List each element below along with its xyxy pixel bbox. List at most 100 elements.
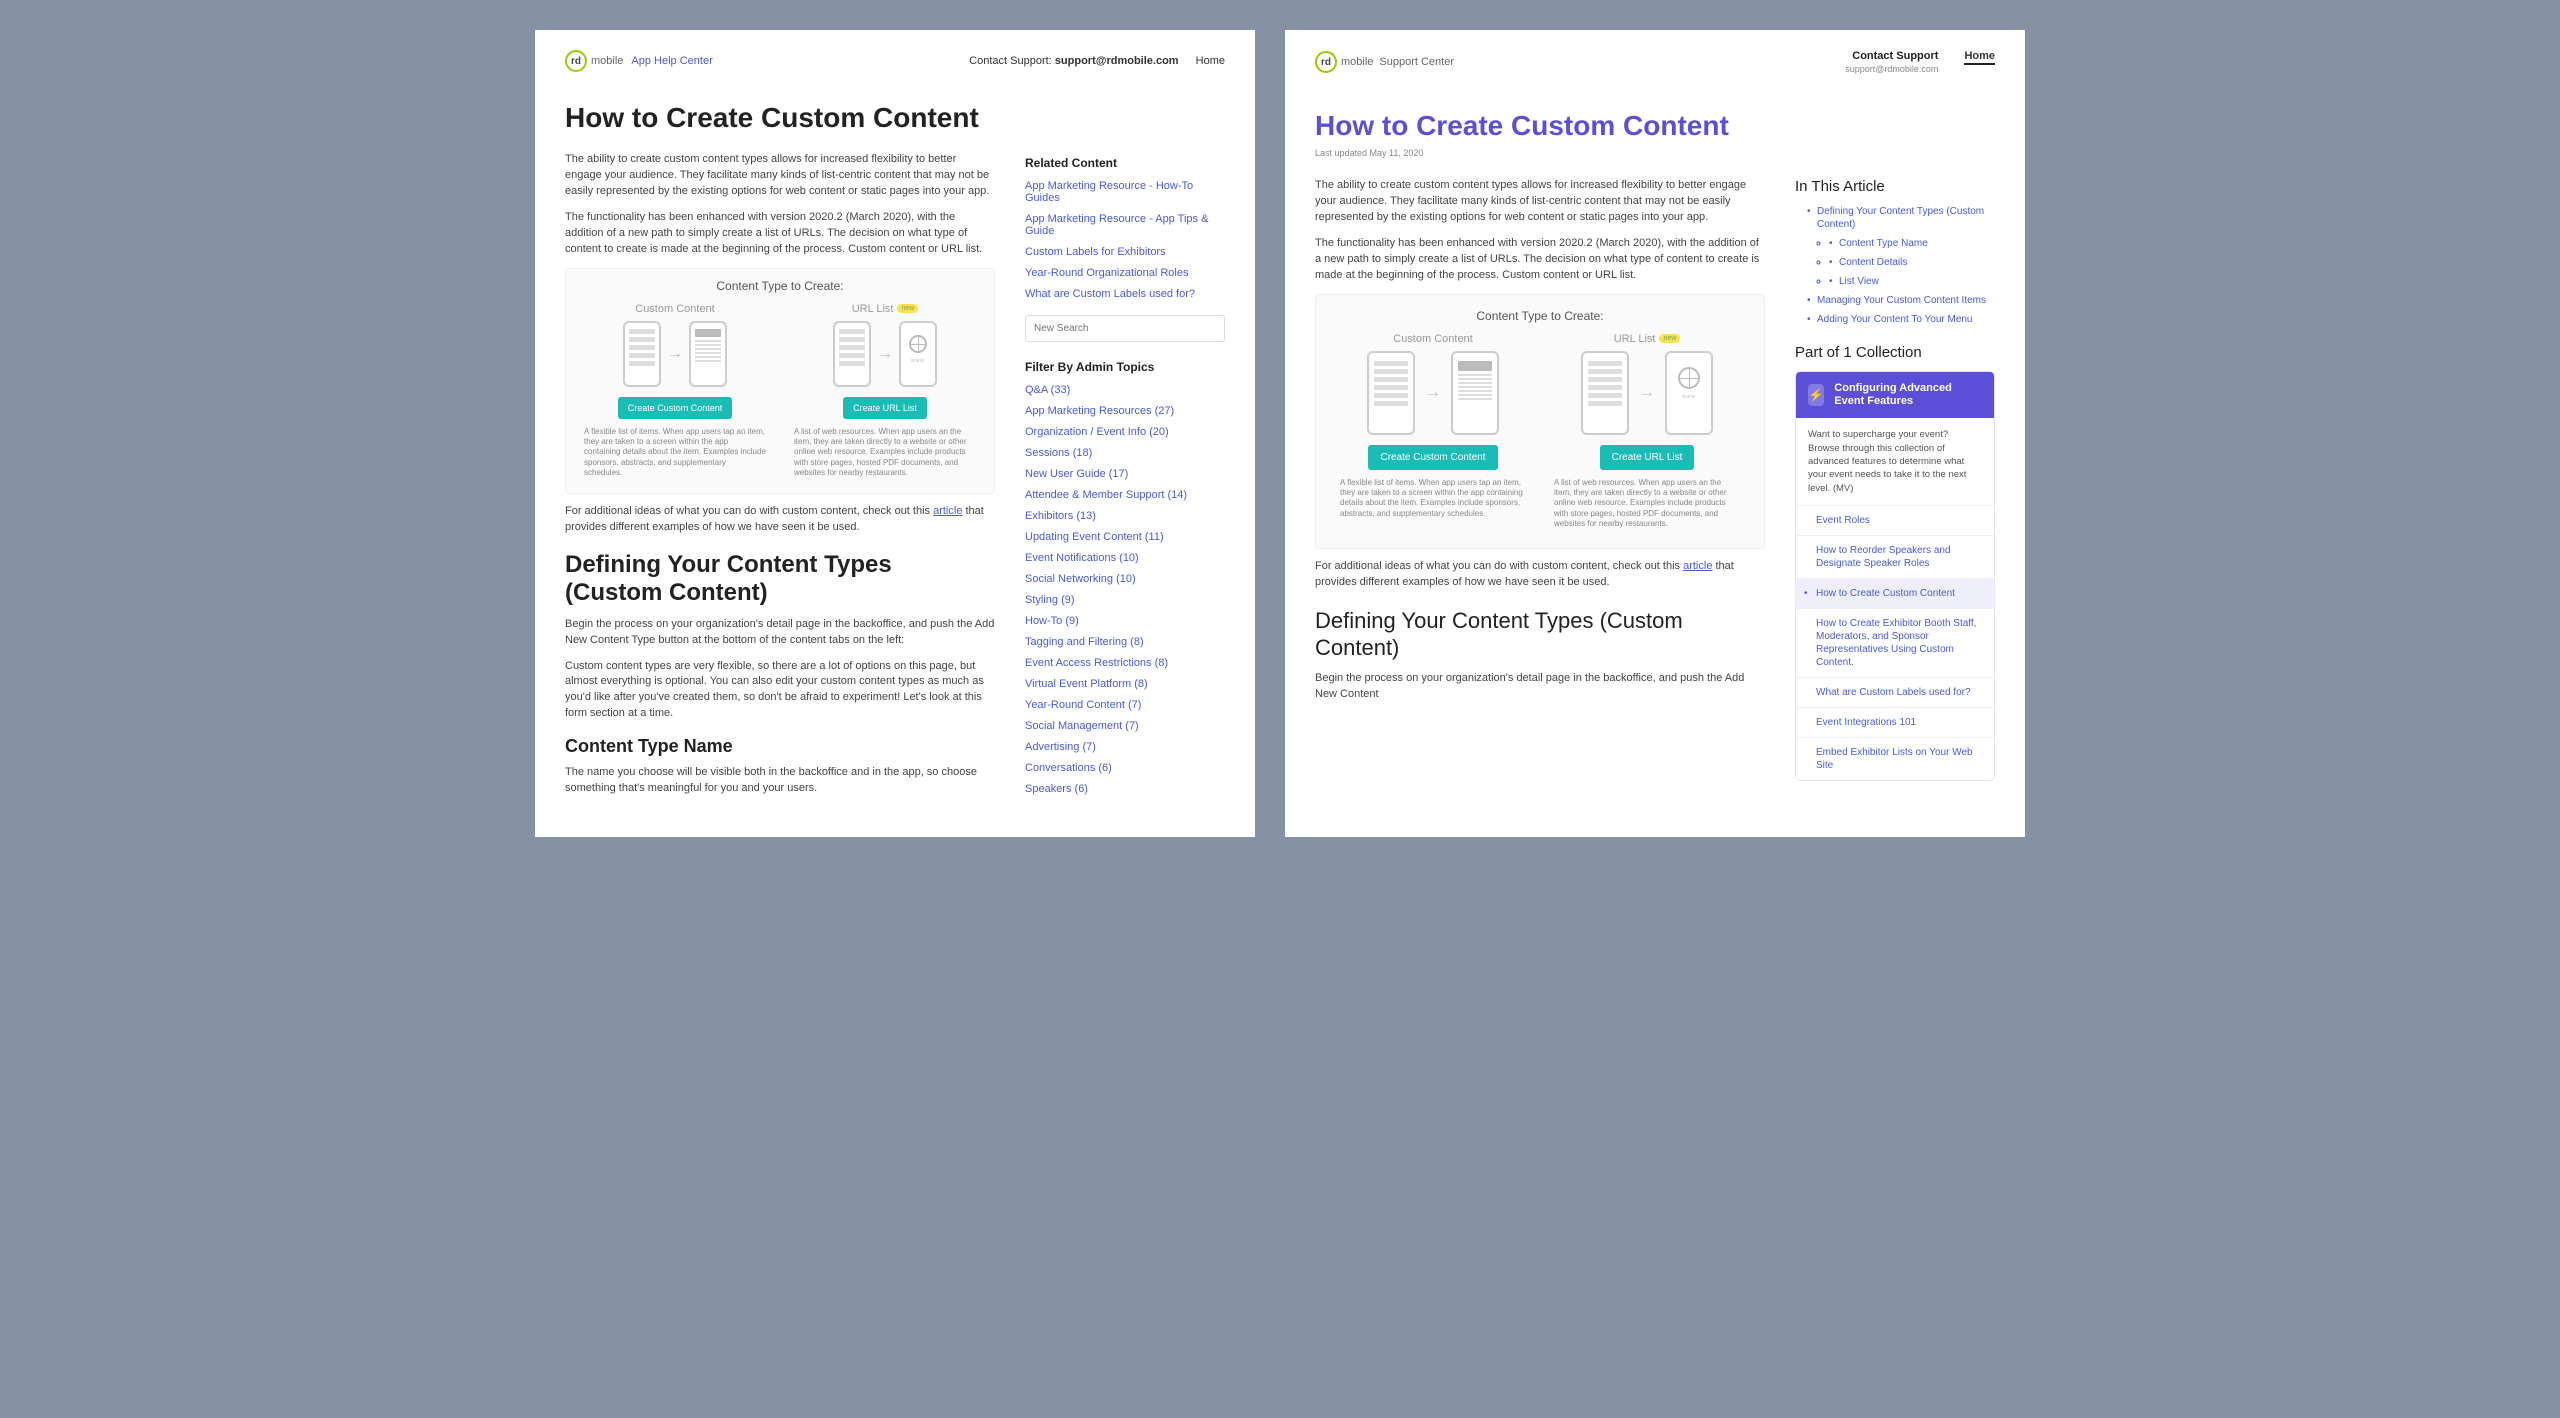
topic-link[interactable]: Social Management (7) [1025,720,1225,732]
phone-web-icon: www [899,321,937,387]
toc-list: Defining Your Content Types (Custom Cont… [1795,205,1995,326]
logo: rd mobile Support Center [1315,51,1454,73]
p4: Begin the process on your organization's… [1315,671,1765,703]
custom-caption: A flexible list of items. When app users… [580,427,770,479]
toc-item[interactable]: Defining Your Content Types (Custom Cont… [1807,205,1995,288]
collection-item[interactable]: How to Create Custom Content [1796,578,1994,608]
topic-link[interactable]: New User Guide (17) [1025,468,1225,480]
create-custom-button[interactable]: Create Custom Content [618,397,733,419]
related-link[interactable]: Year-Round Organizational Roles [1025,267,1225,279]
related-link[interactable]: Custom Labels for Exhibitors [1025,246,1225,258]
nav-home[interactable]: Home [1196,55,1225,67]
related-head: Related Content [1025,156,1225,170]
article-link[interactable]: article [933,505,962,517]
phone-web-icon: www [1665,351,1713,435]
toc-subitem[interactable]: Content Type Name [1829,237,1995,250]
arrow-icon: → [667,345,683,363]
h3-name: Content Type Name [565,736,995,757]
p5: Custom content types are very flexible, … [565,659,995,723]
collection-header[interactable]: ⚡ Configuring Advanced Event Features [1796,372,1994,418]
content-type-diagram: Content Type to Create: Custom Content →… [565,268,995,494]
toc-subitem[interactable]: List View [1829,275,1995,288]
toc-subitem[interactable]: Content Details [1829,256,1995,269]
intro-p1: The ability to create custom content typ… [565,152,995,200]
diagram-custom: Custom Content → Create Custom Content [1336,333,1530,470]
custom-caption: A flexible list of items. When app users… [1336,478,1530,520]
topic-link[interactable]: How-To (9) [1025,615,1225,627]
logo-app-text: App Help Center [631,55,712,67]
header-right-page: rd mobile Support Center Contact Support… [1315,50,1995,74]
create-url-button[interactable]: Create URL List [1600,445,1695,470]
related-link[interactable]: App Marketing Resource - How-To Guides [1025,180,1225,204]
related-link[interactable]: App Marketing Resource - App Tips & Guid… [1025,213,1225,237]
collection-item[interactable]: Event Integrations 101 [1796,707,1994,737]
topic-link[interactable]: Q&A (33) [1025,384,1225,396]
page-right: rd mobile Support Center Contact Support… [1285,30,2025,837]
toc-head: In This Article [1795,178,1995,195]
collection-item[interactable]: What are Custom Labels used for? [1796,677,1994,707]
lightning-icon: ⚡ [1808,384,1824,406]
phone-list-icon [1367,351,1415,435]
topic-link[interactable]: Virtual Event Platform (8) [1025,678,1225,690]
collection-item[interactable]: How to Reorder Speakers and Designate Sp… [1796,535,1994,578]
intro-p1: The ability to create custom content typ… [1315,178,1765,226]
url-caption: A list of web resources. When app users … [1550,478,1744,530]
topic-link[interactable]: Speakers (6) [1025,783,1225,795]
new-badge: new [897,304,918,313]
diagram-title: Content Type to Create: [1336,309,1744,323]
filter-head: Filter By Admin Topics [1025,360,1225,374]
diagram-url: URL Listnew → www Create URL List [1550,333,1744,470]
logo-app-text: Support Center [1379,56,1454,68]
collection-desc: Want to supercharge your event? Browse t… [1796,418,1994,504]
toc-item[interactable]: Managing Your Custom Content Items [1807,294,1995,307]
collection-title: Configuring Advanced Event Features [1834,382,1982,408]
contact-label: Contact Support [1845,50,1938,62]
topic-link[interactable]: Conversations (6) [1025,762,1225,774]
part-head: Part of 1 Collection [1795,344,1995,361]
contact-block[interactable]: Contact Support support@rdmobile.com [1845,50,1938,74]
last-updated: Last updated May 11, 2020 [1315,148,1995,158]
topic-link[interactable]: Event Access Restrictions (8) [1025,657,1225,669]
diagram-url: URL Listnew → www Create URL List [790,303,980,419]
header-right: Contact Support: support@rdmobile.com Ho… [969,55,1225,67]
logo-mobile-text: mobile [1341,56,1373,68]
h2-defining: Defining Your Content Types (Custom Cont… [565,551,995,606]
topic-link[interactable]: Attendee & Member Support (14) [1025,489,1225,501]
phone-detail-icon [1451,351,1499,435]
contact-email: support@rdmobile.com [1845,64,1938,74]
diagram-custom: Custom Content → Create Custom Content [580,303,770,419]
logo-icon: rd [565,50,587,72]
topic-link[interactable]: Tagging and Filtering (8) [1025,636,1225,648]
related-link[interactable]: What are Custom Labels used for? [1025,288,1225,300]
collection-item[interactable]: Embed Exhibitor Lists on Your Web Site [1796,737,1994,780]
topic-link[interactable]: Exhibitors (13) [1025,510,1225,522]
topic-link[interactable]: Organization / Event Info (20) [1025,426,1225,438]
collection-item[interactable]: Event Roles [1796,505,1994,535]
custom-label: Custom Content [635,303,714,315]
url-label: URL List [1614,333,1656,345]
topic-link[interactable]: Year-Round Content (7) [1025,699,1225,711]
nav-home[interactable]: Home [1964,50,1995,65]
topic-link[interactable]: Social Networking (10) [1025,573,1225,585]
arrow-icon: → [877,345,893,363]
search-input[interactable] [1025,315,1225,342]
topic-link[interactable]: Sessions (18) [1025,447,1225,459]
create-custom-button[interactable]: Create Custom Content [1368,445,1497,470]
phone-list-icon [1581,351,1629,435]
topic-link[interactable]: Styling (9) [1025,594,1225,606]
toc-item[interactable]: Adding Your Content To Your Menu [1807,313,1995,326]
related-list: App Marketing Resource - How-To Guides Ap… [1025,180,1225,300]
sidebar-right: In This Article Defining Your Content Ty… [1795,178,1995,781]
collection-item[interactable]: How to Create Exhibitor Booth Staff, Mod… [1796,608,1994,677]
contact-email[interactable]: support@rdmobile.com [1055,55,1179,67]
p3: For additional ideas of what you can do … [565,504,995,536]
topic-link[interactable]: Updating Event Content (11) [1025,531,1225,543]
collection-list: Event RolesHow to Reorder Speakers and D… [1796,505,1994,780]
logo-icon: rd [1315,51,1337,73]
logo: rd mobile App Help Center [565,50,713,72]
create-url-button[interactable]: Create URL List [843,397,927,419]
topic-link[interactable]: Advertising (7) [1025,741,1225,753]
topic-link[interactable]: App Marketing Resources (27) [1025,405,1225,417]
article-link[interactable]: article [1683,560,1712,572]
topic-link[interactable]: Event Notifications (10) [1025,552,1225,564]
